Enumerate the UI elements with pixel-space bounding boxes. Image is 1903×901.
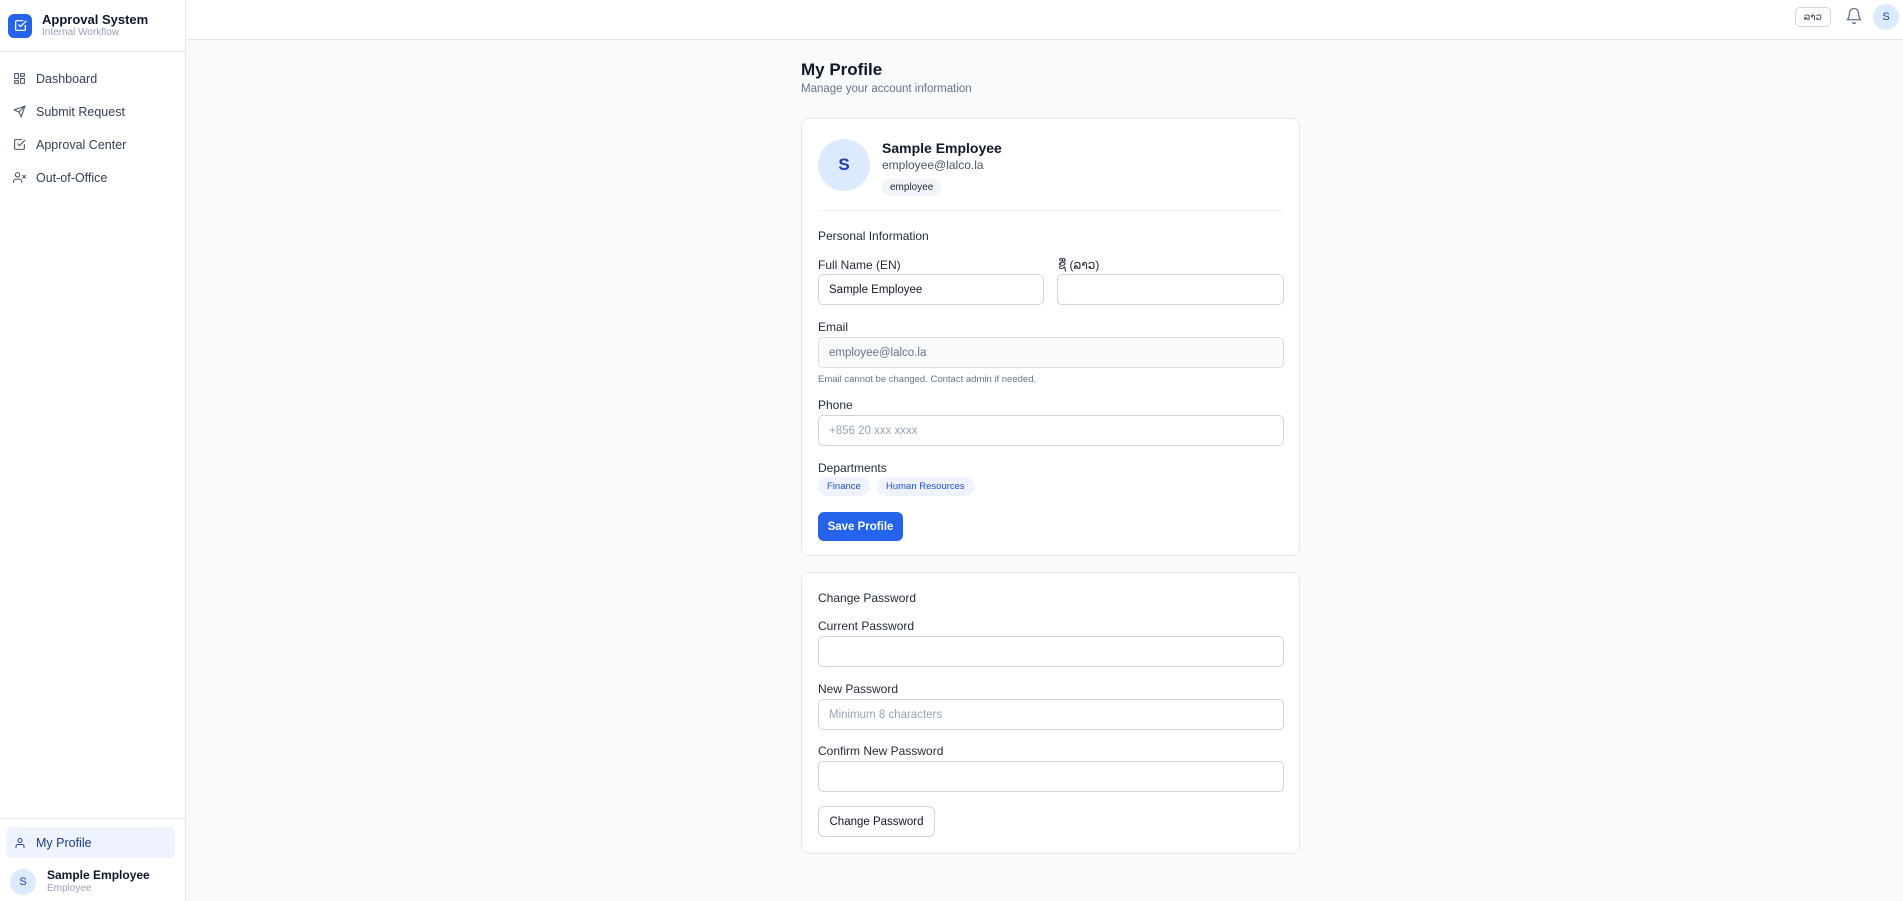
avatar: S [10, 868, 36, 895]
profile-card: S Sample Employee employee@lalco.la empl… [801, 118, 1300, 556]
department-chip-human-resources: Human Resources [877, 477, 974, 496]
sidebar-item-label: Submit Request [36, 104, 125, 119]
sidebar-item-dashboard[interactable]: Dashboard [0, 62, 185, 95]
sidebar-item-label: Dashboard [36, 71, 98, 86]
language-switch-button[interactable]: ລາວ [1794, 7, 1831, 27]
sidebar: Approval System Internal Workflow Dashbo… [0, 0, 186, 901]
full-name-en-field[interactable]: Sample Employee [818, 274, 1044, 305]
user-name: Sample Employee [47, 868, 150, 882]
user-x-icon [13, 172, 26, 183]
confirm-password-field[interactable] [818, 761, 1284, 792]
sidebar-nav: Dashboard Submit Request Approval Center… [0, 52, 185, 194]
profile-email: employee@lalco.la [882, 158, 984, 172]
grid-icon [14, 73, 25, 84]
check-square-icon [14, 139, 26, 150]
email-helper-text: Email cannot be changed. Contact admin i… [818, 374, 1037, 385]
sidebar-item-label: Approval Center [36, 137, 127, 152]
save-profile-button[interactable]: Save Profile [818, 512, 903, 541]
profile-name: Sample Employee [882, 140, 1002, 156]
name-lo-label: ຊື່ (ລາວ) [1058, 258, 1100, 272]
new-password-label: New Password [818, 682, 899, 696]
sidebar-item-out-of-office[interactable]: Out-of-Office [0, 161, 185, 194]
department-chip-finance: Finance [818, 477, 870, 496]
profile-header: S Sample Employee employee@lalco.la empl… [818, 139, 1002, 196]
sidebar-item-label: My Profile [36, 835, 92, 850]
change-password-button[interactable]: Change Password [818, 806, 935, 837]
departments-label: Departments [818, 461, 887, 475]
phone-label: Phone [818, 398, 853, 412]
page-subtitle: Manage your account information [801, 83, 972, 95]
new-password-field[interactable]: Minimum 8 characters [818, 699, 1284, 730]
current-password-label: Current Password [818, 619, 915, 633]
topbar: ລາວ S [186, 0, 1903, 40]
bell-icon[interactable] [1845, 7, 1863, 25]
user-icon [15, 837, 25, 848]
sidebar-user[interactable]: S Sample Employee Employee [0, 858, 185, 895]
main-content: My Profile Manage your account informati… [801, 58, 1300, 854]
full-name-en-label: Full Name (EN) [818, 258, 901, 272]
check-square-icon [8, 13, 32, 38]
email-field[interactable]: employee@lalco.la [818, 337, 1284, 368]
section-title-password: Change Password [818, 591, 917, 605]
brand-subtitle: Internal Workflow [42, 27, 120, 38]
section-title-personal: Personal Information [818, 229, 929, 243]
avatar: S [818, 139, 870, 191]
role-badge: employee [882, 179, 942, 196]
email-label: Email [818, 320, 849, 334]
send-icon [13, 105, 26, 118]
confirm-password-label: Confirm New Password [818, 744, 944, 758]
page-title: My Profile [801, 60, 883, 79]
brand-title: Approval System [42, 12, 149, 27]
sidebar-footer: My Profile S Sample Employee Employee [0, 818, 185, 901]
name-lo-field[interactable] [1057, 274, 1284, 305]
sidebar-item-submit-request[interactable]: Submit Request [0, 95, 185, 128]
sidebar-item-label: Out-of-Office [36, 170, 108, 185]
current-password-field[interactable] [818, 636, 1284, 667]
phone-field[interactable]: +856 20 xxx xxxx [818, 415, 1284, 446]
change-password-card: Change Password Current Password New Pas… [801, 572, 1300, 854]
brand[interactable]: Approval System Internal Workflow [0, 0, 185, 52]
sidebar-item-approval-center[interactable]: Approval Center [0, 128, 185, 161]
sidebar-item-my-profile[interactable]: My Profile [6, 827, 175, 858]
user-role: Employee [47, 883, 92, 894]
user-avatar-button[interactable]: S [1873, 4, 1899, 30]
divider [818, 210, 1283, 211]
